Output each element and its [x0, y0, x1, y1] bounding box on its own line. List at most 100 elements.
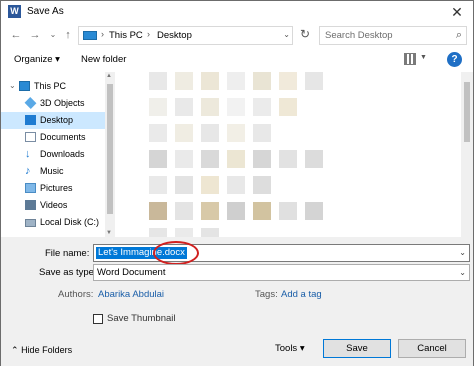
blurred-file-item[interactable]	[227, 124, 245, 142]
blurred-file-item[interactable]	[279, 202, 297, 220]
blurred-file-item[interactable]	[227, 150, 245, 168]
desktop-icon	[25, 115, 36, 125]
authors-value[interactable]: Abarika Abdulai	[98, 289, 164, 300]
blurred-file-item[interactable]	[201, 98, 219, 116]
blurred-file-item[interactable]	[201, 202, 219, 220]
blurred-file-item[interactable]	[175, 98, 193, 116]
blurred-file-item[interactable]	[253, 202, 271, 220]
nav-label: Videos	[40, 200, 68, 210]
blurred-file-item[interactable]	[279, 98, 297, 116]
blurred-file-item[interactable]	[227, 176, 245, 194]
nav-item-documents[interactable]: Documents	[1, 129, 115, 146]
blurred-file-item[interactable]	[227, 72, 245, 90]
address-dropdown-icon[interactable]: ⌄	[283, 30, 290, 39]
nav-item-3d-objects[interactable]: 3D Objects	[1, 95, 115, 112]
blurred-file-item[interactable]	[149, 98, 167, 116]
breadcrumb-separator-icon[interactable]: ›	[147, 29, 150, 39]
breadcrumb-this-pc[interactable]: This PC	[109, 30, 143, 41]
blurred-file-item[interactable]	[175, 176, 193, 194]
save-thumbnail-label[interactable]: Save Thumbnail	[107, 313, 175, 324]
help-icon[interactable]: ?	[447, 52, 462, 67]
save-as-type-dropdown-icon[interactable]: ⌄	[459, 268, 466, 277]
scroll-up-icon[interactable]: ▲	[106, 73, 112, 79]
blurred-file-item[interactable]	[253, 72, 271, 90]
navigation-scrollbar[interactable]: ▲ ▼	[105, 72, 115, 237]
blurred-file-item[interactable]	[227, 202, 245, 220]
blurred-file-item[interactable]	[175, 202, 193, 220]
close-icon[interactable]: ✕	[447, 2, 467, 22]
view-options-icon[interactable]	[404, 53, 416, 65]
downloads-icon: ↓	[25, 148, 31, 160]
blurred-file-item[interactable]	[253, 98, 271, 116]
breadcrumb-desktop[interactable]: Desktop	[157, 30, 192, 41]
blurred-file-item[interactable]	[175, 72, 193, 90]
organize-button[interactable]: Organize ▾	[14, 54, 60, 65]
tools-button[interactable]: Tools ▾	[275, 343, 305, 354]
scrollbar-thumb[interactable]	[107, 84, 113, 214]
cancel-button[interactable]: Cancel	[398, 339, 466, 358]
save-as-type-label: Save as type:	[39, 267, 97, 278]
scroll-down-icon[interactable]: ▼	[106, 230, 112, 236]
blurred-file-item[interactable]	[253, 124, 271, 142]
nav-item-videos[interactable]: Videos	[1, 197, 115, 214]
nav-label: 3D Objects	[40, 98, 85, 108]
blurred-file-item[interactable]	[305, 150, 323, 168]
nav-item-downloads[interactable]: ↓ Downloads	[1, 146, 115, 163]
expand-arrow-icon[interactable]: ⌄	[9, 81, 16, 90]
nav-label: Desktop	[40, 115, 74, 125]
tags-input[interactable]: Add a tag	[281, 289, 322, 300]
tags-label: Tags:	[255, 289, 278, 300]
blurred-file-item[interactable]	[279, 72, 297, 90]
blurred-file-item[interactable]	[149, 176, 167, 194]
blurred-file-item[interactable]	[149, 228, 167, 237]
breadcrumb-separator-icon[interactable]: ›	[101, 29, 104, 39]
blurred-file-item[interactable]	[253, 150, 271, 168]
new-folder-button[interactable]: New folder	[81, 54, 126, 65]
search-input[interactable]: Search Desktop ⌕	[319, 26, 467, 45]
nav-item-pictures[interactable]: Pictures	[1, 180, 115, 197]
view-dropdown-icon[interactable]: ▼	[420, 54, 427, 61]
blurred-file-item[interactable]	[201, 124, 219, 142]
blurred-file-item[interactable]	[253, 176, 271, 194]
title-bar: W Save As ✕	[1, 1, 473, 23]
file-name-input[interactable]: Let's Immagine.docx ⌄	[93, 244, 470, 262]
blurred-file-item[interactable]	[175, 150, 193, 168]
save-button[interactable]: Save	[323, 339, 391, 358]
blurred-file-item[interactable]	[305, 202, 323, 220]
blurred-file-item[interactable]	[201, 228, 219, 237]
nav-item-music[interactable]: ♪ Music	[1, 163, 115, 180]
forward-arrow-icon[interactable]: →	[28, 28, 42, 42]
recent-dropdown-icon[interactable]: ⌄	[46, 28, 60, 42]
blurred-file-item[interactable]	[305, 72, 323, 90]
word-app-icon: W	[8, 5, 21, 18]
file-list-area[interactable]	[115, 72, 461, 237]
hide-folders-button[interactable]: ⌃ Hide Folders	[11, 345, 72, 356]
blurred-file-item[interactable]	[149, 72, 167, 90]
file-list-scrollbar[interactable]	[461, 72, 473, 237]
nav-item-desktop[interactable]: Desktop	[1, 112, 115, 129]
save-as-type-select[interactable]: Word Document ⌄	[93, 264, 470, 281]
save-thumbnail-checkbox[interactable]	[93, 314, 103, 324]
blurred-file-item[interactable]	[201, 176, 219, 194]
command-bar: Organize ▾ New folder ▼ ?	[1, 49, 473, 71]
blurred-file-item[interactable]	[201, 150, 219, 168]
blurred-file-item[interactable]	[149, 202, 167, 220]
blurred-file-item[interactable]	[149, 150, 167, 168]
nav-item-this-pc[interactable]: ⌄ This PC	[1, 78, 115, 95]
up-arrow-icon[interactable]: ↑	[61, 28, 75, 42]
nav-item-local-disk[interactable]: Local Disk (C:)	[1, 214, 115, 231]
blurred-file-item[interactable]	[175, 124, 193, 142]
tools-label: Tools	[275, 343, 298, 354]
nav-label: Music	[40, 166, 64, 176]
file-name-dropdown-icon[interactable]: ⌄	[459, 248, 466, 257]
blurred-file-item[interactable]	[227, 98, 245, 116]
blurred-file-item[interactable]	[279, 150, 297, 168]
music-icon: ♪	[25, 165, 31, 177]
blurred-file-item[interactable]	[149, 124, 167, 142]
back-arrow-icon[interactable]: ←	[9, 28, 23, 42]
blurred-file-item[interactable]	[175, 228, 193, 237]
refresh-icon[interactable]: ↻	[296, 27, 314, 45]
blurred-file-item[interactable]	[201, 72, 219, 90]
address-bar[interactable]: › This PC › Desktop ⌄	[78, 26, 293, 45]
scrollbar-thumb[interactable]	[464, 82, 470, 142]
